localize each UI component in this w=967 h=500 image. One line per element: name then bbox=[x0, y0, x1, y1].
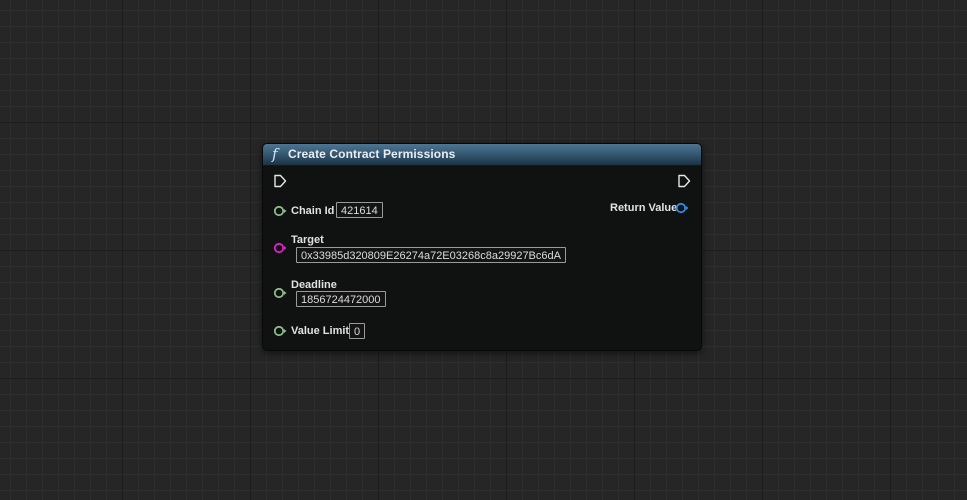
exec-in-pin[interactable] bbox=[273, 174, 287, 188]
deadline-input[interactable]: 1856724472000 bbox=[296, 291, 386, 307]
value-limit-label: Value Limit bbox=[291, 325, 350, 337]
node-title: Create Contract Permissions bbox=[288, 147, 456, 161]
target-label: Target bbox=[291, 234, 324, 246]
return-value-pin[interactable] bbox=[675, 202, 689, 214]
value-limit-pin[interactable] bbox=[273, 325, 287, 337]
target-pin[interactable] bbox=[273, 242, 287, 254]
return-value-label: Return Value bbox=[610, 202, 678, 214]
exec-out-pin[interactable] bbox=[677, 174, 691, 188]
function-icon: f bbox=[272, 145, 278, 163]
value-limit-input[interactable]: 0 bbox=[349, 323, 366, 339]
chain-id-label: Chain Id bbox=[291, 205, 335, 217]
blueprint-graph-canvas[interactable]: f Create Contract Permissions Chain Id 4… bbox=[0, 0, 967, 500]
chain-id-input[interactable]: 421614 bbox=[336, 202, 383, 218]
chain-id-pin[interactable] bbox=[273, 205, 287, 217]
deadline-pin[interactable] bbox=[273, 287, 287, 299]
target-input[interactable]: 0x33985d320809E26274a72E03268c8a29927Bc6… bbox=[296, 247, 566, 263]
node-header[interactable]: f Create Contract Permissions bbox=[263, 144, 701, 166]
create-contract-permissions-node[interactable]: f Create Contract Permissions Chain Id 4… bbox=[262, 143, 702, 351]
